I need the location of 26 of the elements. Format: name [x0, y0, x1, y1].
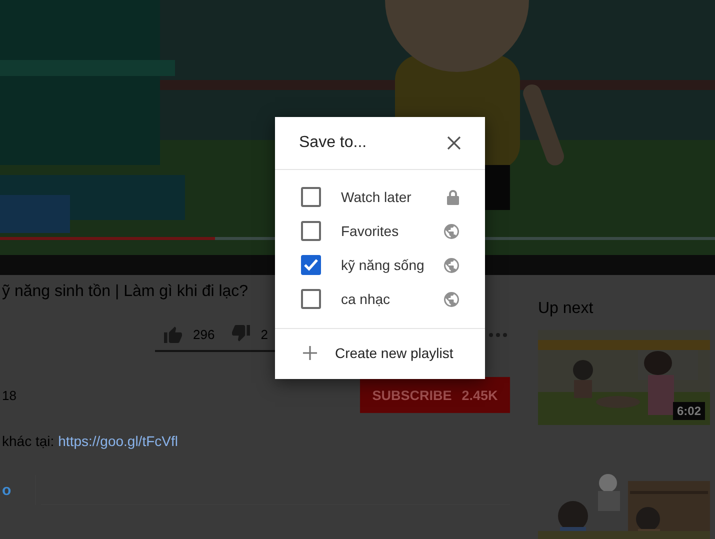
duration-badge: 6:02 [672, 402, 705, 420]
publish-date: 18 [2, 388, 16, 402]
plus-icon [303, 346, 317, 360]
playlist-checkbox[interactable] [301, 289, 321, 309]
create-playlist-button[interactable]: Create new playlist [275, 329, 485, 377]
video-title: ỹ năng sinh tồn | Làm gì khi đi lạc? [1, 282, 248, 301]
dislike-count: 2 [260, 326, 268, 342]
playlist-name[interactable]: kỹ năng sống [341, 257, 444, 273]
up-next-heading: Up next [538, 300, 594, 318]
globe-icon [444, 258, 459, 272]
description-link[interactable]: https://goo.gl/tFcVfl [58, 433, 178, 449]
playlist-name[interactable]: Favorites [341, 223, 444, 239]
globe-icon [444, 292, 459, 306]
playlist-checkbox[interactable] [301, 221, 321, 241]
lock-icon [447, 190, 459, 204]
playlist-name[interactable]: Watch later [341, 189, 447, 205]
playlist-checkbox[interactable] [301, 187, 321, 207]
like-count: 296 [193, 326, 215, 342]
description-text: khác tại: [2, 433, 54, 449]
thumbs-up-icon[interactable] [163, 325, 183, 343]
thumbs-down-icon[interactable] [230, 325, 251, 343]
playlist-checkbox[interactable] [301, 255, 321, 275]
playlist-name[interactable]: ca nhạc [341, 291, 444, 307]
dialog-title: Save to... [299, 134, 367, 152]
globe-icon [444, 224, 459, 238]
close-icon[interactable] [447, 136, 461, 150]
